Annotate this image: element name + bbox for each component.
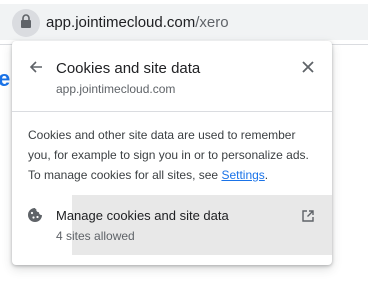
- manage-cookies-label: Manage cookies and site data: [56, 208, 229, 223]
- page-content-fragment: e: [0, 66, 11, 91]
- lock-icon: [20, 13, 32, 33]
- site-info-button[interactable]: [12, 9, 40, 37]
- url-host: app.jointimecloud.com: [46, 14, 196, 31]
- hover-highlight: [72, 195, 332, 255]
- popup-subtitle: app.jointimecloud.com: [56, 82, 176, 96]
- url-text[interactable]: app.jointimecloud.com/xero: [46, 14, 229, 32]
- arrow-back-icon: [29, 60, 43, 79]
- open-in-new-icon: [301, 209, 315, 223]
- description-end: .: [264, 168, 269, 182]
- omnibox[interactable]: app.jointimecloud.com/xero: [0, 4, 368, 40]
- popup-header: Cookies and site data app.jointimecloud.…: [12, 41, 332, 112]
- address-bar: app.jointimecloud.com/xero: [0, 0, 368, 45]
- settings-link[interactable]: Settings: [221, 168, 264, 182]
- cookie-icon: [27, 207, 43, 223]
- url-path: /xero: [195, 14, 229, 31]
- cookies-description: Cookies and other site data are used to …: [28, 125, 320, 185]
- back-button[interactable]: [26, 59, 46, 79]
- sites-allowed-count: 4 sites allowed: [56, 229, 135, 243]
- manage-cookies-button[interactable]: Manage cookies and site data 4 sites all…: [12, 195, 332, 255]
- close-button[interactable]: [298, 59, 318, 79]
- cookies-popup: Cookies and site data app.jointimecloud.…: [12, 41, 332, 265]
- popup-title: Cookies and site data: [56, 60, 201, 77]
- close-icon: [302, 60, 314, 78]
